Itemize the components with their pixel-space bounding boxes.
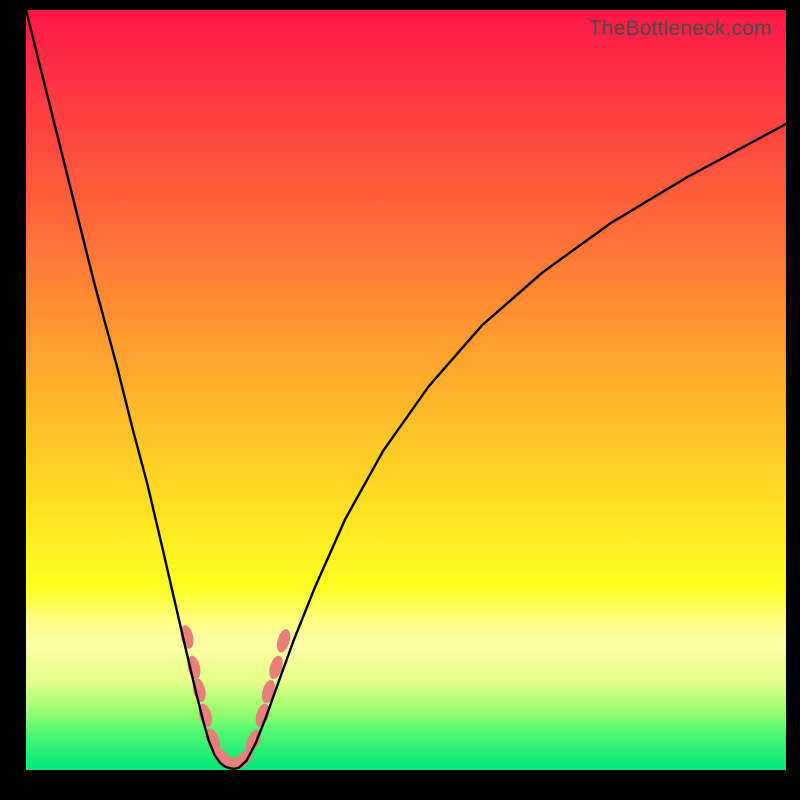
curve-left-branch <box>26 10 234 769</box>
plot-area: TheBottleneck.com <box>26 10 786 770</box>
curve-layer <box>26 10 786 770</box>
marker-bead <box>267 654 285 680</box>
curve-right-branch <box>234 124 786 769</box>
marker-layer <box>179 624 293 772</box>
chart-frame: TheBottleneck.com <box>0 0 800 800</box>
